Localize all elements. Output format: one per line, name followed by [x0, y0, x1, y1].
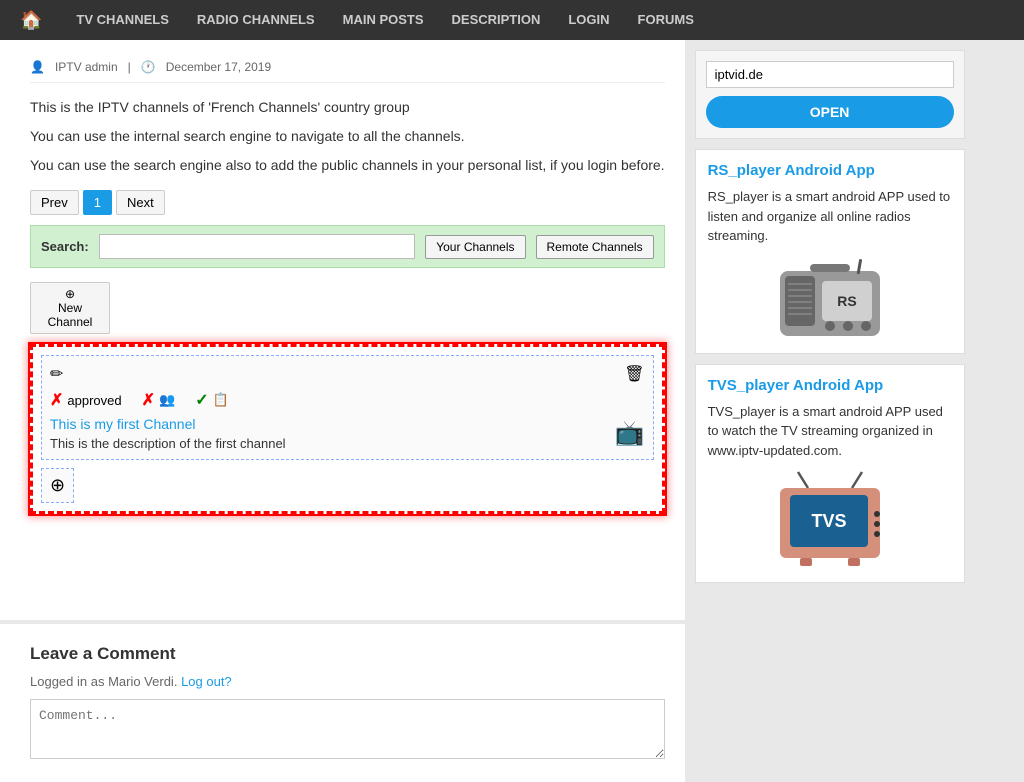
- main-content-area: 👤 IPTV admin | 🕐 December 17, 2019 This …: [0, 40, 685, 782]
- channel-item: ✏ 🗑 ✗ approved ✗ 👥: [41, 355, 654, 460]
- nav-forums[interactable]: FORUMS: [624, 0, 708, 40]
- search-bar: Search: Your Channels Remote Channels: [30, 225, 665, 268]
- visible-check-icon: ✓: [195, 390, 208, 410]
- logged-in-bar: Logged in as Mario Verdi. Log out?: [30, 674, 665, 689]
- comments-title: Leave a Comment: [30, 644, 665, 664]
- sidebar: OPEN RS_player Android App RS_player is …: [685, 40, 975, 782]
- rs-player-desc: RS_player is a smart android APP used to…: [708, 187, 952, 246]
- top-navigation: 🏠 TV CHANNELS RADIO CHANNELS MAIN POSTS …: [0, 0, 1024, 40]
- add-channel-inner[interactable]: ⊕: [41, 468, 74, 503]
- edit-icon[interactable]: ✏: [50, 364, 63, 384]
- new-channel-label: New Channel: [41, 301, 99, 329]
- channel-item-footer: This is my first Channel This is the des…: [50, 416, 645, 451]
- svg-text:∿: ∿: [866, 262, 874, 272]
- channel-link[interactable]: This is my first Channel: [50, 416, 286, 432]
- group-status: ✗ 👥: [142, 390, 176, 410]
- page-1-button[interactable]: 1: [83, 190, 112, 215]
- rs-player-widget: RS_player Android App RS_player is a sma…: [695, 149, 965, 354]
- post-author: IPTV admin: [55, 60, 118, 74]
- new-channel-plus-icon: ⊕: [65, 287, 75, 301]
- tvs-player-svg: TVS: [770, 470, 890, 570]
- rs-player-svg: RS ∿: [770, 256, 890, 341]
- trash-icon[interactable]: 🗑: [624, 364, 644, 384]
- preview-icon: 📋: [213, 392, 229, 408]
- author-icon: 👤: [30, 60, 45, 74]
- rs-player-image-container: RS ∿: [708, 256, 952, 341]
- add-channel-plus-icon: ⊕: [50, 475, 65, 496]
- post-date: December 17, 2019: [166, 60, 271, 74]
- your-channels-button[interactable]: Your Channels: [425, 235, 525, 259]
- prev-button[interactable]: Prev: [30, 190, 79, 215]
- svg-text:TVS: TVS: [811, 511, 846, 531]
- nav-main-posts[interactable]: MAIN POSTS: [329, 0, 438, 40]
- post-meta: 👤 IPTV admin | 🕐 December 17, 2019: [30, 60, 665, 83]
- separator: |: [128, 60, 131, 74]
- post-desc2: You can use the internal search engine t…: [30, 126, 665, 147]
- channel-info: This is my first Channel This is the des…: [50, 416, 286, 451]
- post-desc1: This is the IPTV channels of 'French Cha…: [30, 97, 665, 118]
- approved-x-icon: ✗: [50, 390, 63, 410]
- nav-description[interactable]: DESCRIPTION: [438, 0, 555, 40]
- new-channel-button[interactable]: ⊕ New Channel: [30, 282, 110, 334]
- logout-link[interactable]: Log out?: [181, 674, 232, 689]
- nav-radio-channels[interactable]: RADIO CHANNELS: [183, 0, 329, 40]
- comment-input[interactable]: [30, 699, 665, 759]
- post-content: 👤 IPTV admin | 🕐 December 17, 2019 This …: [0, 40, 685, 620]
- ad-widget: OPEN: [695, 50, 965, 139]
- group-icon: 👥: [159, 392, 175, 408]
- page-layout: 👤 IPTV admin | 🕐 December 17, 2019 This …: [0, 40, 1024, 782]
- channel-description: This is the description of the first cha…: [50, 436, 286, 451]
- tvs-player-image-container: TVS: [708, 470, 952, 570]
- channel-status-row: ✗ approved ✗ 👥 ✓ 📋: [50, 390, 645, 410]
- tvs-player-title: TVS_player Android App: [708, 377, 952, 394]
- channel-item-header: ✏ 🗑: [50, 364, 645, 384]
- rs-player-title: RS_player Android App: [708, 162, 952, 179]
- pagination-bar: Prev 1 Next: [30, 190, 665, 215]
- comments-section: Leave a Comment Logged in as Mario Verdi…: [0, 624, 685, 782]
- open-button[interactable]: OPEN: [706, 96, 954, 128]
- tv-icon[interactable]: 📺: [615, 419, 645, 448]
- approved-status: ✗ approved: [50, 390, 122, 410]
- ad-url-input[interactable]: [706, 61, 954, 88]
- tvs-player-desc: TVS_player is a smart android APP used t…: [708, 402, 952, 461]
- home-icon[interactable]: 🏠: [10, 4, 52, 37]
- tvs-player-widget: TVS_player Android App TVS_player is a s…: [695, 364, 965, 584]
- post-desc3: You can use the search engine also to ad…: [30, 155, 665, 176]
- next-button[interactable]: Next: [116, 190, 165, 215]
- logged-in-text: Logged in as Mario Verdi.: [30, 674, 177, 689]
- remote-channels-button[interactable]: Remote Channels: [536, 235, 654, 259]
- svg-text:RS: RS: [837, 293, 856, 309]
- date-icon: 🕐: [141, 60, 156, 74]
- nav-tv-channels[interactable]: TV CHANNELS: [62, 0, 182, 40]
- nav-login[interactable]: LOGIN: [554, 0, 623, 40]
- group-x-icon: ✗: [142, 390, 155, 410]
- channel-container: ✏ 🗑 ✗ approved ✗ 👥: [30, 344, 665, 514]
- search-label: Search:: [41, 239, 89, 254]
- visible-status: ✓ 📋: [195, 390, 229, 410]
- approved-label: approved: [67, 393, 121, 408]
- search-input[interactable]: [99, 234, 416, 259]
